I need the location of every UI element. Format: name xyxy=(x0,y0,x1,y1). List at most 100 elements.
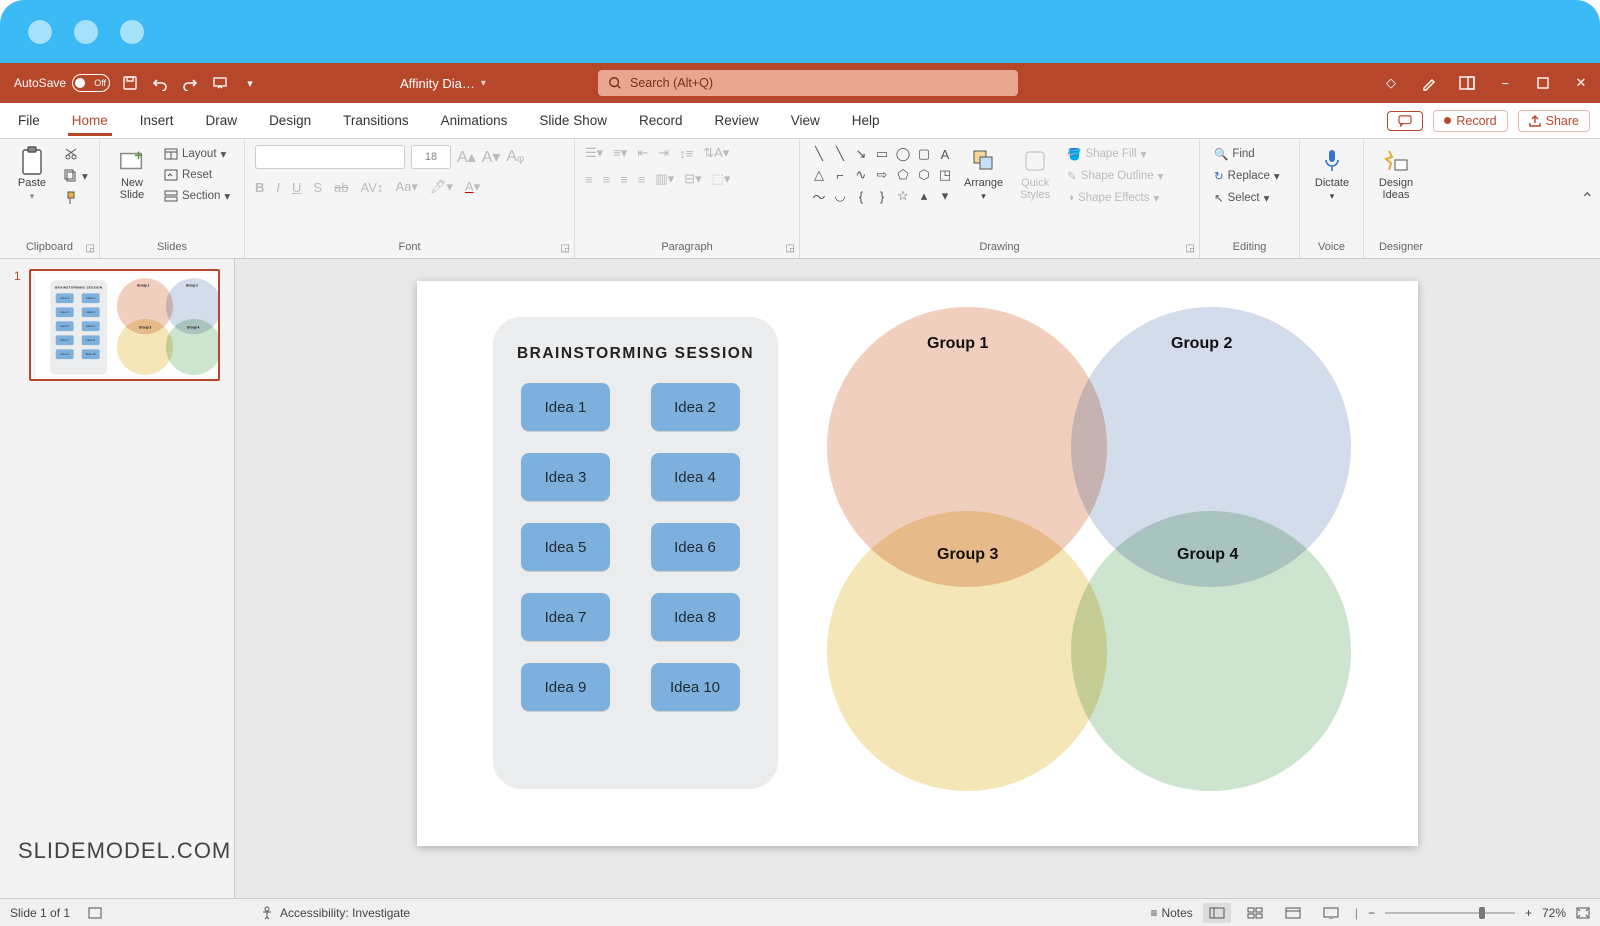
undo-icon[interactable] xyxy=(150,73,170,93)
shape-outline-button[interactable]: ✎Shape Outline▾ xyxy=(1063,167,1167,185)
slide-thumbnail-1[interactable]: BRAINSTORMING SESSION Idea 1Idea 2Idea 3… xyxy=(29,269,220,381)
find-button[interactable]: 🔍Find xyxy=(1210,145,1284,163)
reset-button[interactable]: Reset xyxy=(160,167,234,183)
fit-to-window-icon[interactable] xyxy=(1576,907,1590,919)
venn-label-1[interactable]: Group 1 xyxy=(137,284,149,288)
window-maximize-icon[interactable] xyxy=(1534,74,1552,92)
shape-callout-icon[interactable]: ◳ xyxy=(936,166,954,184)
tab-home[interactable]: Home xyxy=(68,105,112,136)
columns-button[interactable]: ▥▾ xyxy=(655,171,674,187)
venn-diagram[interactable]: Group 1 Group 2 Group 3 Group 4 xyxy=(115,277,220,381)
slide-canvas-area[interactable]: BRAINSTORMING SESSION Idea 1Idea 2Idea 3… xyxy=(235,259,1600,898)
char-spacing-button[interactable]: AV↕ xyxy=(361,180,384,195)
dialog-launcher-icon[interactable]: ◲ xyxy=(561,243,570,254)
select-button[interactable]: ↖Select▾ xyxy=(1210,189,1284,207)
tab-help[interactable]: Help xyxy=(848,105,884,136)
align-right-button[interactable]: ≡ xyxy=(620,172,628,187)
layout-button[interactable]: Layout▾ xyxy=(160,145,234,163)
customize-qat-icon[interactable]: ▾ xyxy=(240,73,260,93)
tab-transitions[interactable]: Transitions xyxy=(339,105,413,136)
cut-button[interactable] xyxy=(60,145,92,163)
mac-min-dot[interactable] xyxy=(74,20,98,44)
zoom-slider[interactable] xyxy=(1385,912,1515,914)
smartart-button[interactable]: ⬚▾ xyxy=(712,171,731,187)
venn-label-2[interactable]: Group 2 xyxy=(185,284,197,288)
tab-review[interactable]: Review xyxy=(711,105,763,136)
notes-toggle[interactable]: ≡ Notes xyxy=(1150,906,1192,920)
idea-card[interactable]: Idea 8 xyxy=(81,335,99,345)
save-icon[interactable] xyxy=(120,73,140,93)
shape-arc-icon[interactable]: ◡ xyxy=(831,187,849,205)
quick-styles-button[interactable]: Quick Styles xyxy=(1013,145,1057,203)
shape-scroll-down-icon[interactable]: ▾ xyxy=(936,187,954,205)
font-size-combo[interactable]: 18 xyxy=(411,145,451,169)
idea-card[interactable]: Idea 2 xyxy=(81,293,99,303)
idea-card[interactable]: Idea 8 xyxy=(651,593,740,641)
window-minimize-icon[interactable]: − xyxy=(1496,74,1514,92)
idea-card[interactable]: Idea 10 xyxy=(81,349,99,359)
idea-card[interactable]: Idea 4 xyxy=(651,453,740,501)
venn-label-3[interactable]: Group 3 xyxy=(139,326,151,330)
idea-card[interactable]: Idea 3 xyxy=(521,453,610,501)
diamond-icon[interactable]: ◇ xyxy=(1382,74,1400,92)
accessibility-status[interactable]: Accessibility: Investigate xyxy=(260,906,410,920)
underline-button[interactable]: U xyxy=(292,180,301,195)
dialog-launcher-icon[interactable]: ◲ xyxy=(1186,243,1195,254)
pen-icon[interactable] xyxy=(1420,74,1438,92)
mac-close-dot[interactable] xyxy=(28,20,52,44)
document-title[interactable]: Affinity Dia… ▾ xyxy=(400,76,486,91)
idea-card[interactable]: Idea 5 xyxy=(55,321,73,331)
idea-card[interactable]: Idea 9 xyxy=(55,349,73,359)
tab-insert[interactable]: Insert xyxy=(136,105,178,136)
brainstorm-panel[interactable]: BRAINSTORMING SESSION Idea 1Idea 2Idea 3… xyxy=(493,317,778,789)
text-direction-button[interactable]: ⇅A▾ xyxy=(703,145,729,161)
line-spacing-button[interactable]: ↕≡ xyxy=(679,146,693,161)
slide-sorter-view-icon[interactable] xyxy=(1241,903,1269,923)
search-box[interactable] xyxy=(598,70,1018,96)
shape-rbrace-icon[interactable]: } xyxy=(873,187,891,205)
idea-card[interactable]: Idea 3 xyxy=(55,307,73,317)
shape-pentagon-icon[interactable]: ⬠ xyxy=(894,166,912,184)
new-slide-button[interactable]: New Slide xyxy=(110,145,154,203)
shape-arrow-right-icon[interactable]: ⇨ xyxy=(873,166,891,184)
bold-button[interactable]: B xyxy=(255,180,264,195)
shape-triangle-icon[interactable]: △ xyxy=(810,166,828,184)
shape-oval-icon[interactable]: ◯ xyxy=(894,145,912,163)
font-color-button[interactable]: A▾ xyxy=(465,179,480,195)
slide[interactable]: BRAINSTORMING SESSION Idea 1Idea 2Idea 3… xyxy=(417,281,1418,846)
shape-arrow-icon[interactable]: ↘ xyxy=(852,145,870,163)
venn-label-4[interactable]: Group 4 xyxy=(187,326,199,330)
idea-card[interactable]: Idea 1 xyxy=(55,293,73,303)
align-center-button[interactable]: ≡ xyxy=(603,172,611,187)
thumbnail-pane[interactable]: 1 BRAINSTORMING SESSION Idea 1Idea 2Idea… xyxy=(0,259,235,898)
italic-button[interactable]: I xyxy=(276,180,280,195)
dictate-button[interactable]: Dictate▾ xyxy=(1310,145,1354,204)
ribbon-display-icon[interactable] xyxy=(1458,74,1476,92)
replace-button[interactable]: ↻Replace ▾ xyxy=(1210,167,1284,185)
search-input[interactable] xyxy=(630,76,1008,90)
idea-card[interactable]: Idea 6 xyxy=(81,321,99,331)
shape-line-icon[interactable]: ╲ xyxy=(831,145,849,163)
idea-card[interactable]: Idea 5 xyxy=(521,523,610,571)
shape-effects-button[interactable]: ◑Shape Effects▾ xyxy=(1063,189,1167,207)
idea-card[interactable]: Idea 7 xyxy=(521,593,610,641)
shape-lbrace-icon[interactable]: { xyxy=(852,187,870,205)
copy-button[interactable]: ▾ xyxy=(60,167,92,185)
share-button[interactable]: Share xyxy=(1518,110,1590,132)
justify-button[interactable]: ≡ xyxy=(638,172,646,187)
autosave-toggle[interactable]: AutoSave Off xyxy=(14,74,110,92)
venn-label-4[interactable]: Group 4 xyxy=(1177,546,1238,564)
tab-record[interactable]: Record xyxy=(635,105,687,136)
shape-scroll-up-icon[interactable]: ▴ xyxy=(915,187,933,205)
slideshow-view-icon[interactable] xyxy=(1317,903,1345,923)
venn-diagram[interactable]: Group 1 Group 2 Group 3 Group 4 xyxy=(817,301,1387,821)
tab-view[interactable]: View xyxy=(787,105,824,136)
shape-fill-button[interactable]: 🪣Shape Fill▾ xyxy=(1063,145,1167,163)
comments-button[interactable] xyxy=(1387,111,1423,131)
increase-font-icon[interactable]: A▴ xyxy=(457,147,476,167)
font-family-combo[interactable] xyxy=(255,145,405,169)
idea-card[interactable]: Idea 4 xyxy=(81,307,99,317)
idea-card[interactable]: Idea 1 xyxy=(521,383,610,431)
decrease-font-icon[interactable]: A▾ xyxy=(482,147,501,167)
tab-slide-show[interactable]: Slide Show xyxy=(535,105,611,136)
